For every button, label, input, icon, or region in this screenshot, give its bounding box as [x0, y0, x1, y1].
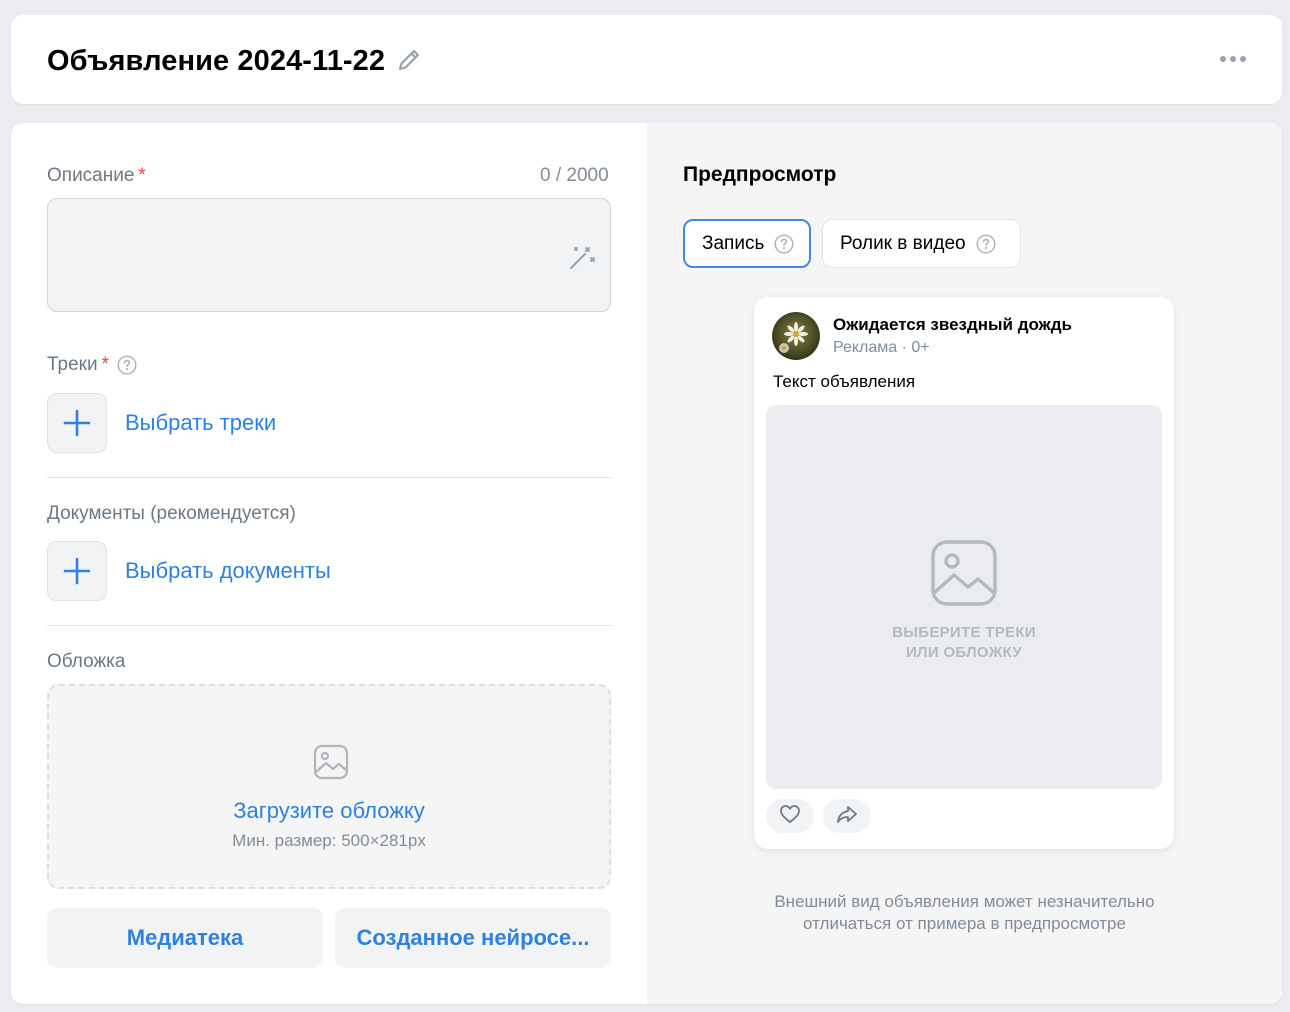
page-header: Объявление 2024-11-22 [11, 15, 1282, 104]
question-icon[interactable] [976, 233, 996, 254]
divider [47, 477, 611, 478]
more-icon[interactable] [1219, 49, 1249, 69]
select-tracks-label: Выбрать треки [125, 410, 277, 435]
plus-icon [47, 541, 107, 601]
share-button[interactable] [823, 799, 871, 833]
media-placeholder-text: ВЫБЕРИТЕ ТРЕКИ ИЛИ ОБЛОЖКУ [892, 624, 1036, 661]
tab-video[interactable]: Ролик в видео [822, 219, 1021, 268]
select-documents-label: Выбрать документы [125, 558, 331, 583]
page-title: Объявление 2024-11-22 [47, 45, 386, 77]
plus-icon [47, 393, 107, 453]
description-field[interactable] [47, 198, 611, 312]
heart-icon [779, 804, 801, 829]
post-author: Ожидается звездный дождь [833, 315, 1072, 334]
neural-generated-button[interactable]: Созданное нейросе... [335, 908, 611, 968]
preview-panel: Предпросмотр Запись Ролик в видео Ожидае… [647, 123, 1282, 1004]
media-library-button[interactable]: Медиатека [47, 908, 323, 968]
select-tracks-button[interactable]: Выбрать треки [47, 393, 276, 453]
documents-label: Документы (рекомендуется) [47, 503, 296, 524]
required-mark: * [101, 354, 110, 375]
tab-video-label: Ролик в видео [840, 232, 966, 254]
required-mark: * [138, 165, 146, 186]
post-meta: Реклама · 0+ [833, 339, 930, 356]
preview-title: Предпросмотр [683, 163, 837, 186]
cover-size-hint: Мин. размер: 500×281px [232, 831, 426, 850]
tracks-label: Треки * [47, 354, 137, 376]
image-icon [313, 744, 349, 780]
cover-label: Обложка [47, 651, 126, 672]
select-documents-button[interactable]: Выбрать документы [47, 541, 331, 601]
question-icon[interactable] [774, 233, 794, 254]
description-label: Описание * [47, 165, 146, 186]
upload-cover-link[interactable]: Загрузите обложку [49, 798, 609, 824]
description-counter: 0 / 2000 [540, 165, 609, 186]
post-preview-card: Ожидается звездный дождь Реклама · 0+ Те… [754, 297, 1174, 849]
like-button[interactable] [766, 799, 814, 833]
tab-post-label: Запись [702, 232, 765, 254]
tab-post[interactable]: Запись [683, 219, 811, 268]
cover-upload-area[interactable]: Загрузите обложку Мин. размер: 500×281px [47, 684, 611, 889]
divider [47, 625, 611, 626]
pencil-icon[interactable] [395, 46, 423, 74]
media-placeholder: ВЫБЕРИТЕ ТРЕКИ ИЛИ ОБЛОЖКУ [766, 405, 1162, 789]
question-icon[interactable] [117, 355, 137, 375]
avatar [772, 312, 820, 360]
post-text: Текст объявления [773, 372, 916, 391]
preview-disclaimer: Внешний вид объявления может незначитель… [774, 892, 1155, 933]
main-panel: Описание * 0 / 2000 Треки * Выбрать треки … [11, 123, 1282, 1004]
image-icon [930, 539, 998, 607]
share-icon [836, 804, 858, 829]
magic-wand-icon[interactable] [568, 243, 596, 271]
